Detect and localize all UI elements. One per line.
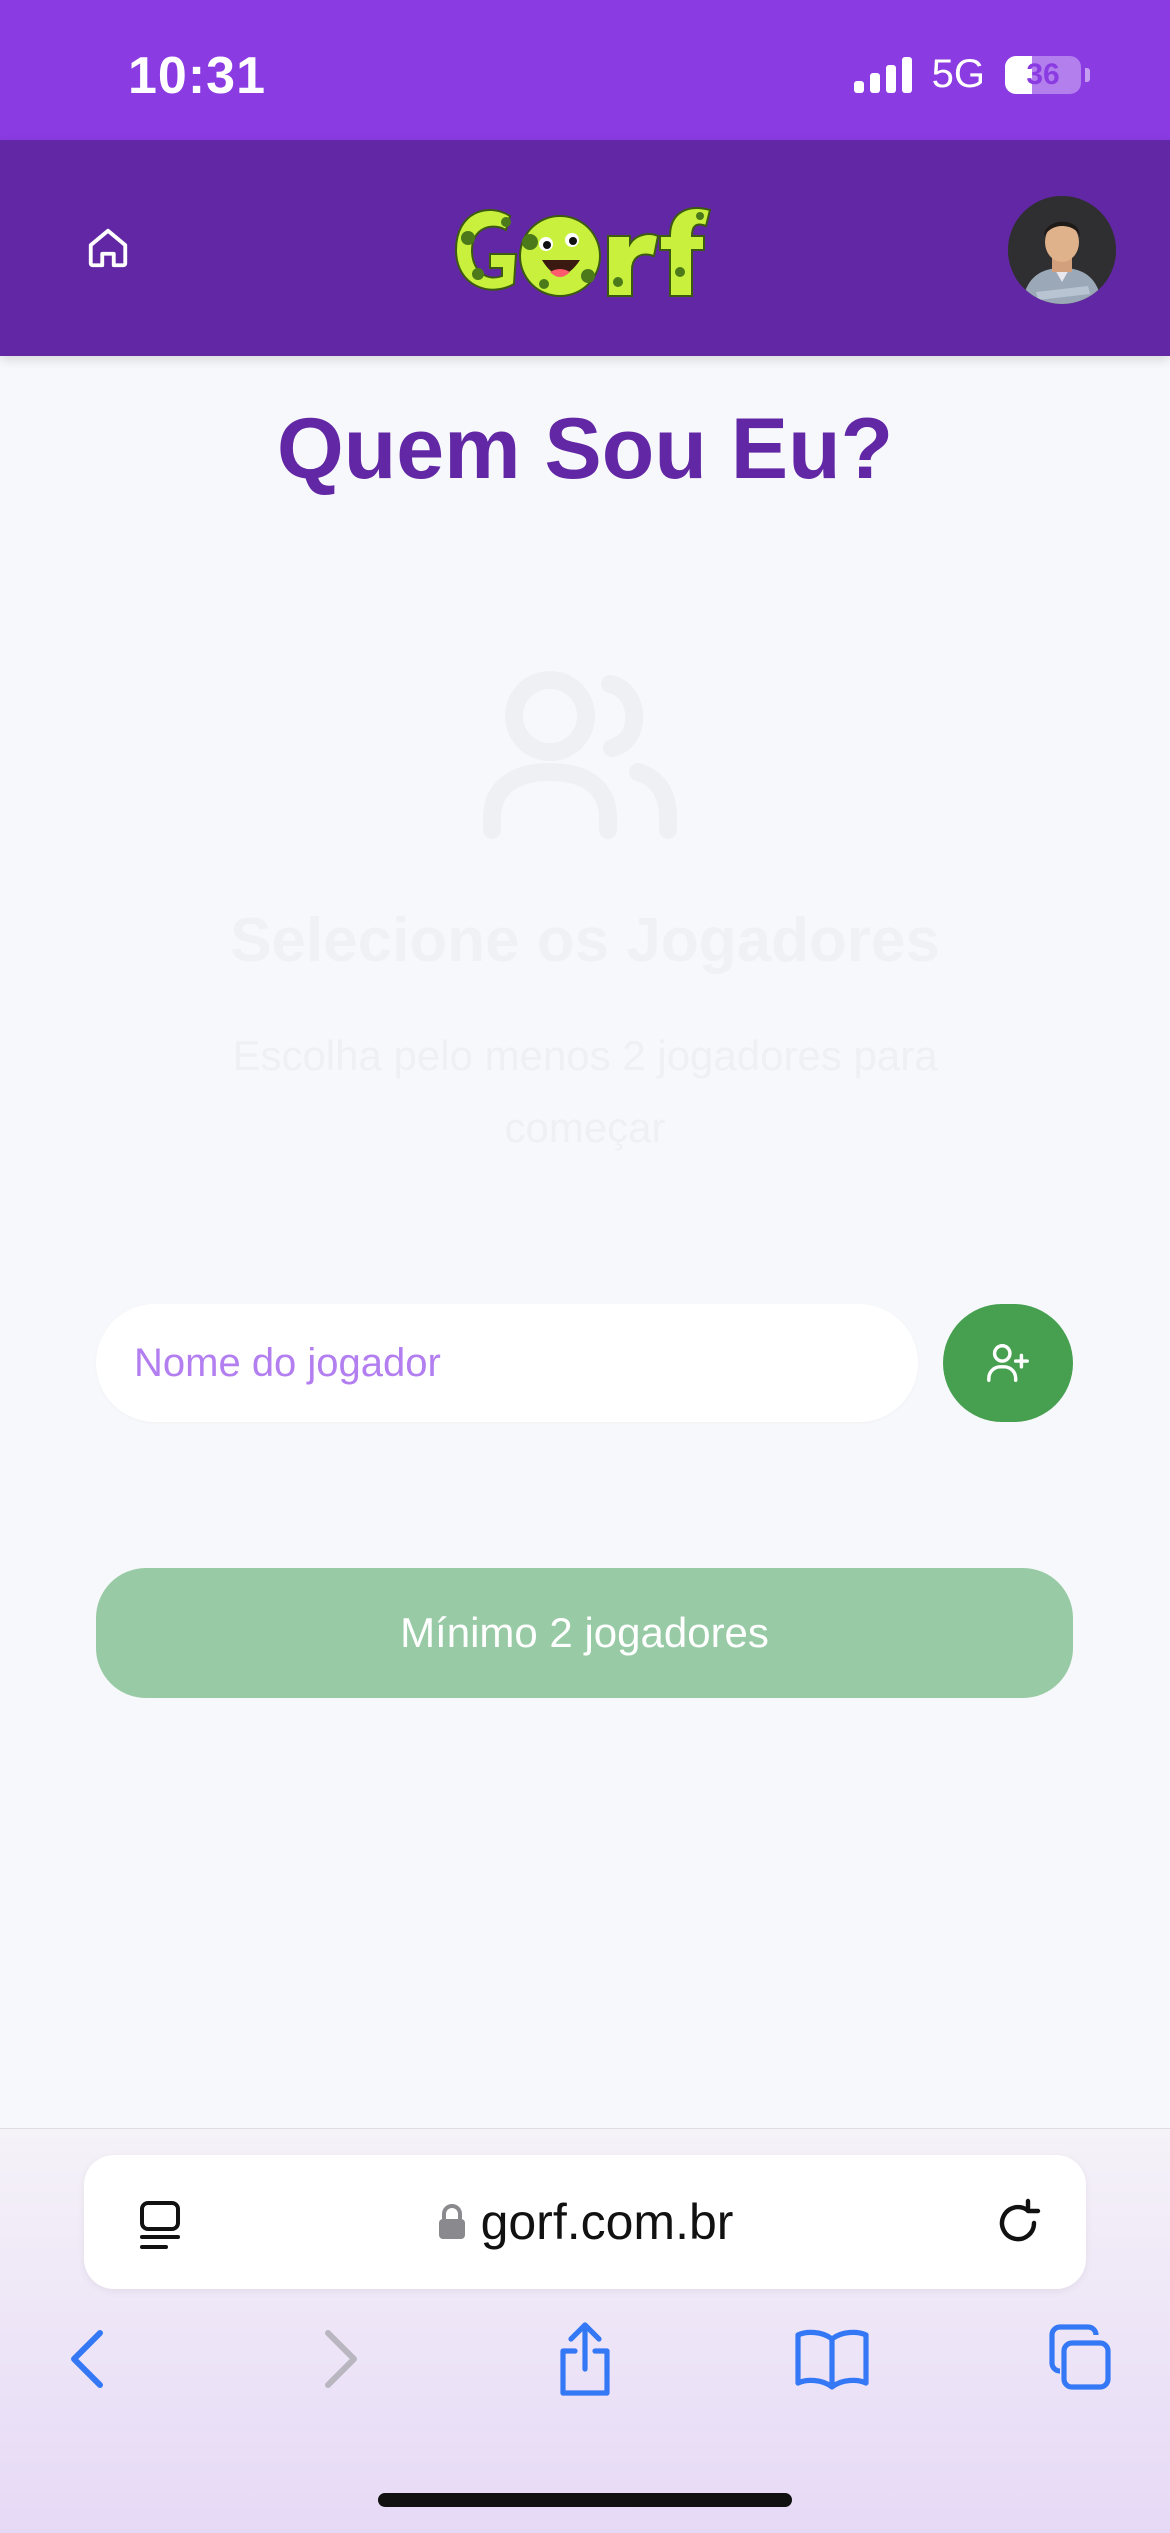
empty-state-subtitle: Escolha pelo menos 2 jogadores para come…: [232, 1032, 938, 1151]
empty-state-title: Selecione os Jogadores: [230, 906, 940, 975]
browser-toolbar: gorf.com.br: [0, 2128, 1170, 2533]
tabs-button[interactable]: [1040, 2319, 1120, 2399]
url-text: gorf.com.br: [480, 2194, 734, 2250]
chevron-right-icon: [325, 2330, 357, 2388]
users-icon: [483, 671, 677, 839]
network-label: 5G: [931, 52, 985, 96]
user-plus-icon: [987, 1344, 1029, 1382]
status-bar: 10:31 5G 36: [0, 0, 1170, 140]
battery-percent: 36: [1026, 57, 1060, 91]
app-header: [0, 140, 1170, 356]
url-display[interactable]: gorf.com.br: [84, 2155, 1086, 2289]
forward-button[interactable]: [300, 2319, 380, 2399]
signal-icon: [853, 56, 912, 93]
gorf-logo[interactable]: [448, 194, 724, 306]
home-button[interactable]: [78, 218, 138, 278]
battery-icon: 36: [1005, 55, 1081, 94]
chevron-left-icon: [71, 2330, 103, 2388]
avatar-image: [1008, 196, 1116, 304]
home-indicator: [378, 2493, 792, 2507]
share-button[interactable]: [545, 2319, 625, 2399]
lock-icon: [438, 2204, 465, 2239]
status-indicators: 5G 36: [853, 52, 1090, 97]
share-icon: [560, 2322, 610, 2396]
address-bar[interactable]: gorf.com.br: [84, 2155, 1086, 2289]
home-icon: [88, 228, 128, 268]
book-icon: [795, 2329, 869, 2390]
start-game-button[interactable]: Mínimo 2 jogadores: [96, 1568, 1073, 1698]
page-title: Quem Sou Eu?: [276, 401, 894, 497]
browser-nav-bar: [0, 2319, 1170, 2419]
back-button[interactable]: [48, 2319, 128, 2399]
bookmarks-button[interactable]: [792, 2319, 872, 2399]
player-name-input[interactable]: [96, 1304, 918, 1422]
reload-icon[interactable]: [990, 2195, 1046, 2251]
user-avatar[interactable]: [1008, 196, 1116, 304]
tabs-icon: [1049, 2324, 1111, 2390]
status-time: 10:31: [128, 47, 266, 105]
add-player-button[interactable]: [943, 1304, 1073, 1422]
